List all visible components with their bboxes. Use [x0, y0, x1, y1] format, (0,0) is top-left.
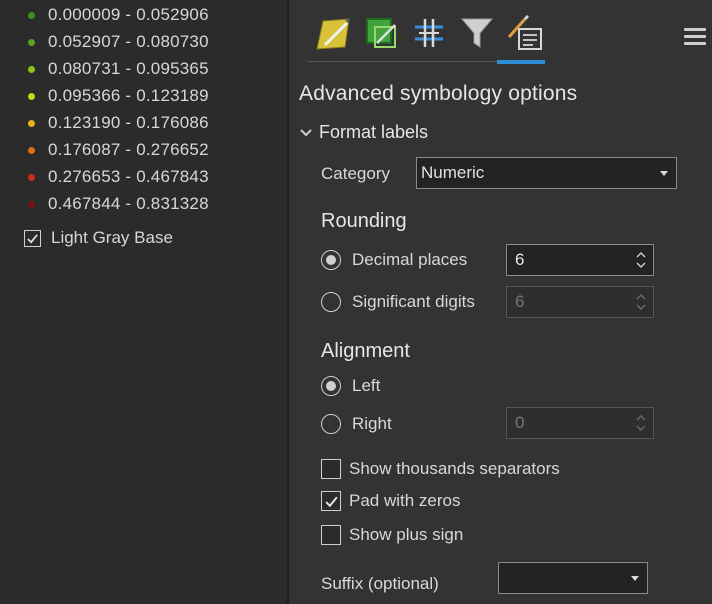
legend-swatch: [28, 146, 35, 154]
legend-swatch: [28, 65, 35, 73]
suffix-dropdown[interactable]: [498, 562, 648, 594]
legend-label: 0.052907 - 0.080730: [48, 32, 209, 51]
suffix-label: Suffix (optional): [321, 574, 439, 593]
legend-label: 0.080731 - 0.095365: [48, 59, 209, 78]
category-label: Category: [321, 164, 390, 183]
pad-with-zeros-checkbox[interactable]: Pad with zeros: [321, 491, 461, 511]
stepper-arrows-icon: [636, 252, 646, 268]
show-thousands-separators-checkbox[interactable]: Show thousands separators: [321, 459, 560, 479]
stepper-buttons[interactable]: [635, 248, 647, 272]
legend-swatch: [28, 38, 35, 46]
legend-label: 0.276653 - 0.467843: [48, 167, 209, 186]
symbology-pane: Advanced symbology options Format labels…: [289, 0, 712, 604]
stepper-buttons: [635, 411, 647, 435]
page-title: Advanced symbology options: [299, 82, 578, 105]
basemap-visibility-checkbox[interactable]: [24, 229, 41, 247]
format-labels-expander[interactable]: Format labels: [299, 122, 428, 143]
radio-button[interactable]: [321, 250, 341, 270]
advanced-symbology-icon: [507, 14, 542, 50]
show-plus-sign-checkbox[interactable]: Show plus sign: [321, 525, 463, 545]
significant-digits-value: 6: [515, 292, 525, 311]
legend-item: 0.095366 - 0.123189: [28, 83, 209, 109]
significant-digits-label: Significant digits: [352, 292, 475, 311]
checkbox[interactable]: [321, 491, 341, 511]
significant-digits-stepper: 6: [506, 286, 654, 318]
radio-button[interactable]: [321, 414, 341, 434]
tab-primary-symbology[interactable]: [309, 10, 357, 56]
legend-item: 0.000009 - 0.052906: [28, 2, 209, 28]
legend-item: 0.276653 - 0.467843: [28, 164, 209, 190]
legend-item: 0.176087 - 0.276652: [28, 137, 209, 163]
legend-swatch: [28, 92, 35, 100]
checkmark-icon: [324, 496, 338, 507]
legend-label: 0.000009 - 0.052906: [48, 5, 209, 24]
right-padding-value: 0: [515, 413, 525, 432]
active-tab-indicator: [497, 60, 545, 64]
alignment-heading: Alignment: [321, 340, 410, 362]
show-plus-sign-label: Show plus sign: [349, 525, 464, 544]
stepper-arrows-icon: [636, 415, 646, 431]
stepper-buttons: [635, 290, 647, 314]
legend-swatch: [28, 200, 35, 208]
align-left-radio[interactable]: Left: [321, 376, 380, 396]
vary-symbology-icon: [366, 18, 396, 48]
tab-filter[interactable]: [453, 10, 501, 56]
primary-symbology-icon: [316, 17, 350, 50]
align-right-radio[interactable]: Right: [321, 414, 392, 434]
legend-item: 0.467844 - 0.831328: [28, 191, 209, 217]
category-value: Numeric: [421, 163, 485, 182]
menu-bar: [684, 35, 706, 38]
checkbox[interactable]: [321, 459, 341, 479]
tab-symbol-layers[interactable]: [405, 10, 453, 56]
show-thousands-separators-label: Show thousands separators: [349, 459, 560, 478]
legend-label: 0.095366 - 0.123189: [48, 86, 209, 105]
pad-with-zeros-label: Pad with zeros: [349, 491, 461, 510]
contents-legend-panel: 0.000009 - 0.052906 0.052907 - 0.080730 …: [0, 0, 287, 604]
legend-label: 0.123190 - 0.176086: [48, 113, 209, 132]
decimal-places-radio[interactable]: Decimal places: [321, 250, 467, 270]
radio-selected-dot: [326, 255, 336, 265]
radio-button[interactable]: [321, 292, 341, 312]
decimal-places-value: 6: [515, 250, 525, 269]
checkbox[interactable]: [321, 525, 341, 545]
tab-vary-symbology[interactable]: [357, 10, 405, 56]
symbology-tab-strip: [309, 10, 549, 60]
legend-label: 0.176087 - 0.276652: [48, 140, 209, 159]
legend-swatch: [28, 11, 35, 19]
radio-selected-dot: [326, 381, 336, 391]
section-title: Format labels: [319, 122, 429, 142]
legend-item: 0.052907 - 0.080730: [28, 29, 209, 55]
significant-digits-radio[interactable]: Significant digits: [321, 292, 475, 312]
right-padding-stepper: 0: [506, 407, 654, 439]
hamburger-menu-icon[interactable]: [684, 28, 706, 48]
checkmark-icon: [27, 233, 38, 243]
decimal-places-label: Decimal places: [352, 250, 468, 269]
filter-icon: [460, 18, 494, 48]
tab-advanced-symbology[interactable]: [501, 10, 549, 56]
stepper-arrows-icon: [636, 294, 646, 310]
menu-bar: [684, 42, 706, 45]
chevron-down-icon: [300, 128, 312, 136]
legend-item: 0.123190 - 0.176086: [28, 110, 209, 136]
dropdown-arrow-icon: [660, 171, 668, 176]
legend-swatch: [28, 119, 35, 127]
basemap-layer-row: Light Gray Base: [24, 228, 173, 248]
align-right-label: Right: [352, 414, 392, 433]
menu-bar: [684, 28, 706, 31]
legend-item: 0.080731 - 0.095365: [28, 56, 209, 82]
legend-swatch: [28, 173, 35, 181]
symbol-layers-icon: [415, 19, 443, 47]
basemap-layer-label: Light Gray Base: [51, 228, 173, 247]
decimal-places-stepper[interactable]: 6: [506, 244, 654, 276]
legend-label: 0.467844 - 0.831328: [48, 194, 209, 213]
align-left-label: Left: [352, 376, 381, 395]
rounding-heading: Rounding: [321, 210, 407, 232]
radio-button[interactable]: [321, 376, 341, 396]
category-dropdown[interactable]: Numeric: [416, 157, 677, 189]
dropdown-arrow-icon: [631, 576, 639, 581]
